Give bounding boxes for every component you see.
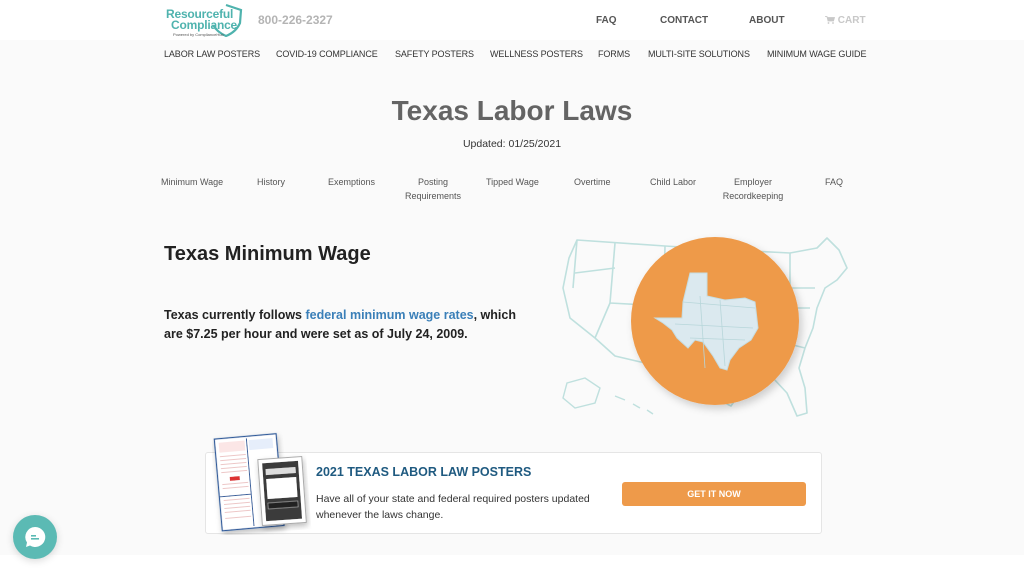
top-nav-contact[interactable]: CONTACT <box>660 15 708 26</box>
promo-text: Have all of your state and federal requi… <box>316 493 590 521</box>
tab-posting-requirements[interactable]: Posting Requirements <box>398 175 468 203</box>
tab-overtime[interactable]: Overtime <box>574 175 611 189</box>
chat-bubble-icon <box>25 526 46 547</box>
sub-nav-wellness-posters[interactable]: WELLNESS POSTERS <box>490 49 583 59</box>
updated-date: Updated: 01/25/2021 <box>462 138 562 150</box>
tab-faq[interactable]: FAQ <box>825 175 843 189</box>
cart-label: CART <box>837 15 866 26</box>
tab-child-labor[interactable]: Child Labor <box>650 175 696 189</box>
logo-line-2: Compliance <box>171 18 238 32</box>
tab-employer-recordkeeping[interactable]: Employer Recordkeeping <box>718 175 788 203</box>
promo-title: 2021 TEXAS LABOR LAW POSTERS <box>316 465 532 479</box>
labor-law-posters-image <box>213 433 307 532</box>
sub-nav-safety-posters[interactable]: SAFETY POSTERS <box>395 49 474 59</box>
us-map-texas-highlight-icon <box>562 237 848 417</box>
federal-rates-link[interactable]: federal minimum wage rates <box>305 308 473 322</box>
sub-nav-labor-law-posters[interactable]: LABOR LAW POSTERS <box>164 49 260 59</box>
top-nav-faq[interactable]: FAQ <box>596 15 617 26</box>
sub-nav-minimum-wage-guide[interactable]: MINIMUM WAGE GUIDE <box>767 49 866 59</box>
page-title: Texas Labor Laws <box>391 95 633 126</box>
top-nav-about[interactable]: ABOUT <box>749 15 785 26</box>
minimum-wage-text: Texas currently follows federal minimum … <box>164 306 524 344</box>
logo[interactable]: Resourceful Compliance Powered by Compli… <box>164 3 244 39</box>
top-nav-cart[interactable]: CART <box>825 15 866 26</box>
tab-exemptions[interactable]: Exemptions <box>328 175 375 189</box>
cart-icon <box>825 16 836 24</box>
logo-tagline: Powered by ComplianceHub <box>173 32 224 37</box>
top-header: Resourceful Compliance Powered by Compli… <box>0 0 1024 40</box>
sub-nav-covid-19[interactable]: COVID-19 COMPLIANCE <box>276 49 378 59</box>
sub-nav-forms[interactable]: FORMS <box>598 49 630 59</box>
get-it-now-button[interactable]: GET IT NOW <box>622 482 806 506</box>
section-title: Texas Minimum Wage <box>164 243 371 265</box>
tab-tipped-wage[interactable]: Tipped Wage <box>486 175 539 189</box>
tab-history[interactable]: History <box>257 175 285 189</box>
chat-button[interactable] <box>13 515 57 559</box>
tab-minimum-wage[interactable]: Minimum Wage <box>161 175 223 189</box>
text-before: Texas currently follows <box>164 308 306 322</box>
sub-nav-multi-site[interactable]: MULTI-SITE SOLUTIONS <box>648 49 750 59</box>
phone-number[interactable]: 800-226-2327 <box>258 13 333 27</box>
